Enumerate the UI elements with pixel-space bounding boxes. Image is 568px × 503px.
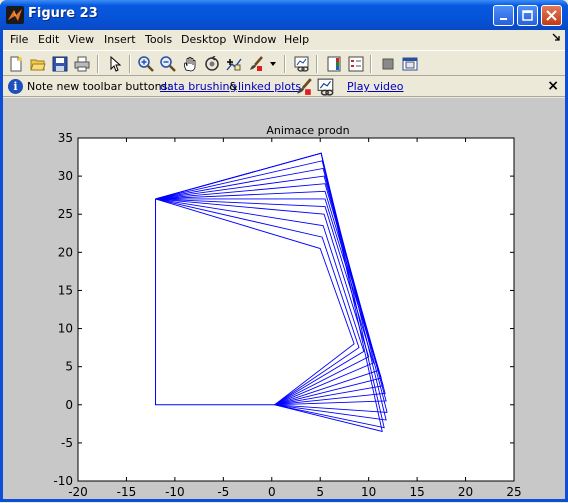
x-tick-label: 25	[506, 485, 521, 499]
show-plot-tools-button[interactable]	[400, 54, 420, 73]
menu-insert[interactable]: Insert	[104, 33, 136, 46]
plot-svg: Animace prodn -20 -15 -10 -5 0 5 10 15 20 2535302…	[53, 124, 521, 499]
figure-canvas: Animace prodn -20 -15 -10 -5 0 5 10 15 20 25 35 30 2…	[3, 98, 565, 499]
print-icon	[74, 56, 90, 71]
x-tick-label: 15	[409, 485, 424, 499]
toolbar-separator	[284, 55, 286, 73]
open-file-button[interactable]	[28, 54, 48, 73]
pan-icon	[183, 56, 196, 71]
menu-bar: File Edit View Insert Tools Desktop Wind…	[3, 30, 565, 49]
axes-background[interactable]	[78, 138, 514, 481]
menu-help[interactable]: Help	[284, 33, 309, 46]
zoom-in-button[interactable]	[136, 54, 156, 73]
brush-dropdown-button[interactable]	[268, 54, 278, 73]
linked-plots-link[interactable]: linked plots	[238, 80, 301, 93]
menu-edit[interactable]: Edit	[38, 33, 59, 46]
dropdown-arrow-icon	[270, 61, 276, 66]
figure-toolbar	[3, 50, 565, 76]
menu-window[interactable]: Window	[233, 33, 276, 46]
figure-window: Figure 23 File Edit View Insert Tools De…	[0, 0, 568, 502]
pan-button[interactable]	[180, 54, 200, 73]
brush-icon	[250, 55, 263, 71]
link-plot-icon	[294, 56, 309, 72]
data-brushing-link[interactable]: data brushing	[160, 80, 236, 93]
x-tick-label: -10	[165, 485, 185, 499]
menu-desktop[interactable]: Desktop	[181, 33, 226, 46]
x-tick-label: 5	[316, 485, 324, 499]
y-tick-label: 20	[58, 245, 73, 259]
show-plot-tools-icon	[402, 57, 418, 70]
pointer-icon	[110, 55, 122, 72]
x-tick-label: -15	[117, 485, 137, 499]
data-cursor-button[interactable]	[224, 54, 244, 73]
link-plot-button[interactable]	[292, 54, 312, 73]
rotate-3d-icon	[205, 55, 219, 71]
open-file-icon	[30, 59, 46, 70]
hide-plot-tools-icon	[382, 58, 394, 69]
toolbar-separator	[97, 55, 99, 73]
colorbar-icon	[327, 56, 341, 71]
y-tick-label: -10	[53, 474, 73, 488]
hide-plot-tools-button[interactable]	[378, 54, 398, 73]
legend-icon	[348, 56, 364, 71]
window-title: Figure 23	[28, 6, 98, 21]
y-tick-label: 5	[65, 360, 73, 374]
new-figure-icon	[10, 56, 22, 71]
x-tick-label: 10	[361, 485, 376, 499]
close-button[interactable]	[541, 5, 562, 26]
y-tick-label: -5	[61, 436, 73, 450]
close-icon	[546, 10, 557, 21]
edit-plot-button[interactable]	[105, 54, 125, 73]
zoom-out-icon	[160, 55, 176, 72]
maximize-button[interactable]	[517, 5, 538, 26]
dock-arrow-icon[interactable]	[551, 32, 561, 42]
y-tick-label: 35	[58, 131, 73, 145]
y-tick-label: 10	[58, 322, 73, 336]
brush-button[interactable]	[246, 54, 266, 73]
legend-button[interactable]	[346, 54, 366, 73]
x-tick-label: 20	[458, 485, 473, 499]
colorbar-button[interactable]	[324, 54, 344, 73]
rotate-3d-button[interactable]	[202, 54, 222, 73]
data-cursor-icon	[226, 58, 242, 70]
zoom-out-button[interactable]	[158, 54, 178, 73]
y-tick-label: 30	[58, 169, 73, 183]
plot-title: Animace prodn	[266, 124, 349, 137]
menu-view[interactable]: View	[68, 33, 94, 46]
y-tick-label: 25	[58, 207, 73, 221]
info-bar-close-button[interactable]: ×	[547, 78, 559, 94]
y-tick-label: 0	[65, 398, 73, 412]
x-tick-label: 0	[268, 485, 276, 499]
info-message: Note new toolbar buttons:	[27, 80, 172, 93]
zoom-in-icon	[138, 55, 154, 72]
menu-tools[interactable]: Tools	[145, 33, 172, 46]
info-ampersand: &	[229, 80, 238, 93]
toolbar-separator	[370, 55, 372, 73]
play-video-link[interactable]: Play video	[347, 80, 403, 93]
info-bar: i Note new toolbar buttons: data brushin…	[3, 77, 565, 97]
y-tick-label: 15	[58, 283, 73, 297]
minimize-button[interactable]	[493, 5, 514, 26]
maximize-icon	[522, 10, 533, 21]
matlab-logo-icon	[6, 6, 24, 24]
info-icon: i	[8, 79, 23, 94]
print-button[interactable]	[72, 54, 92, 73]
link-plot-icon[interactable]	[317, 78, 335, 96]
brush-icon[interactable]	[295, 78, 313, 96]
window-body: File Edit View Insert Tools Desktop Wind…	[3, 30, 565, 499]
x-tick-label: -5	[217, 485, 229, 499]
new-figure-button[interactable]	[6, 54, 26, 73]
title-bar[interactable]: Figure 23	[0, 0, 568, 30]
minimize-icon	[499, 17, 507, 20]
menu-file[interactable]: File	[10, 33, 28, 46]
toolbar-separator	[316, 55, 318, 73]
toolbar-separator	[129, 55, 131, 73]
save-icon	[52, 56, 68, 71]
save-button[interactable]	[50, 54, 70, 73]
